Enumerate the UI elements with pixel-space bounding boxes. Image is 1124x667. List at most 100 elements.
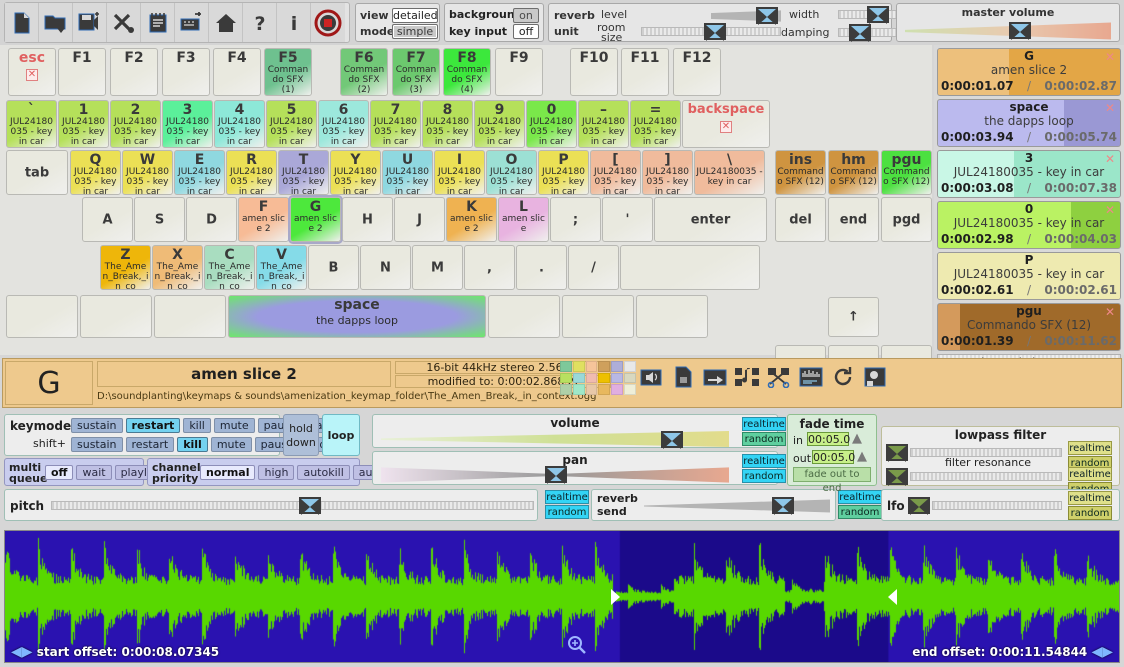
pan-realtime-button[interactable]: realtime xyxy=(742,454,786,468)
zkey-C[interactable]: CThe_Amen_Break,_in_co xyxy=(204,245,255,290)
color-swatch[interactable] xyxy=(624,361,636,372)
qkey-[interactable]: ]JUL24180035 - key in car xyxy=(642,150,693,195)
start-offset-arrows-icon[interactable]: ◀▶ xyxy=(11,644,33,660)
lfo-handle[interactable] xyxy=(908,497,930,514)
numkey-[interactable]: `JUL24180035 - key in car xyxy=(6,100,57,148)
new-file-icon[interactable] xyxy=(5,3,39,42)
hold-down-button[interactable]: hold down xyxy=(283,414,319,456)
akey-[interactable]: ; xyxy=(550,197,601,242)
record-icon[interactable] xyxy=(311,3,345,42)
volume-handle[interactable] xyxy=(661,431,683,448)
arrowkey-up-[interactable]: ↑ xyxy=(828,297,879,337)
channel-close-icon[interactable]: ✕ xyxy=(1103,204,1117,218)
zkey-Z[interactable]: ZThe_Amen_Break,_in_co xyxy=(100,245,151,290)
fkey-F5[interactable]: F5Commando SFX (1) xyxy=(264,48,312,96)
clear-key-icon[interactable]: ✕ xyxy=(26,69,38,81)
numkey-3[interactable]: 3JUL24180035 - key in car xyxy=(162,100,213,148)
channel-row[interactable]: PJUL24180035 - key in car0:00:02.61/0:00… xyxy=(937,252,1121,300)
numkey-backspace[interactable]: backspace✕ xyxy=(682,100,770,148)
zkey-X[interactable]: XThe_Amen_Break,_in_co xyxy=(152,245,203,290)
modkey-right1-key[interactable] xyxy=(488,295,560,338)
cut-icon[interactable] xyxy=(764,362,794,392)
load-sound-icon[interactable] xyxy=(636,362,666,392)
reverb-send-random-button[interactable]: random xyxy=(838,505,882,519)
zkey-[interactable]: , xyxy=(464,245,515,290)
channel-row[interactable]: spacethe dapps loop0:00:03.94/0:00:05.74… xyxy=(937,99,1121,147)
keymode-option-sustain[interactable]: sustain xyxy=(71,418,123,433)
zoom-in-icon[interactable] xyxy=(567,635,587,658)
akey-D[interactable]: D xyxy=(186,197,237,242)
tools-icon[interactable] xyxy=(107,3,141,42)
akey-H[interactable]: H xyxy=(342,197,393,242)
zkey-filler-key[interactable] xyxy=(620,245,760,290)
waveform-canvas[interactable] xyxy=(5,531,1119,662)
color-swatch[interactable] xyxy=(624,373,636,384)
background-key-input-on[interactable]: on xyxy=(513,8,539,23)
channel-row[interactable]: 3JUL24180035 - key in car0:00:03.08/0:00… xyxy=(937,150,1121,198)
qkey-P[interactable]: PJUL24180035 - key in car xyxy=(538,150,589,195)
fkey-F11[interactable]: F11 xyxy=(621,48,669,96)
akey-[interactable]: ' xyxy=(602,197,653,242)
akey-G[interactable]: Gamen slice 2 xyxy=(290,197,341,242)
home-icon[interactable] xyxy=(209,3,243,42)
numkey-2[interactable]: 2JUL24180035 - key in car xyxy=(110,100,161,148)
settings-icon[interactable] xyxy=(860,362,890,392)
lowpass-realtime-button[interactable]: realtime xyxy=(1068,441,1112,455)
channel-priority-option-normal[interactable]: normal xyxy=(200,465,255,480)
view-mode-simple-option[interactable]: simple xyxy=(392,24,438,39)
reverb-level-handle[interactable] xyxy=(756,7,778,24)
navkey-ins[interactable]: insCommando SFX (12) xyxy=(775,150,826,195)
channel-row[interactable]: 0JUL24180035 - key in car0:00:02.98/0:00… xyxy=(937,201,1121,249)
color-swatch[interactable] xyxy=(586,373,598,384)
numkey-8[interactable]: 8JUL24180035 - key in car xyxy=(422,100,473,148)
volume-realtime-button[interactable]: realtime xyxy=(742,417,786,431)
reverb-damping-handle[interactable] xyxy=(849,24,871,41)
filter-resonance-handle[interactable] xyxy=(886,468,908,485)
keymode-option-mute[interactable]: mute xyxy=(214,418,255,433)
qkey-T[interactable]: TJUL24180035 - key in car xyxy=(278,150,329,195)
color-swatch[interactable] xyxy=(573,361,585,372)
lfo-random-button[interactable]: random xyxy=(1068,506,1112,520)
fkey-F4[interactable]: F4 xyxy=(213,48,261,96)
multi-queue-option-wait[interactable]: wait xyxy=(76,465,111,480)
color-swatch[interactable] xyxy=(611,373,623,384)
color-swatch[interactable] xyxy=(611,384,623,395)
navkey-pgu[interactable]: pguCommando SFX (12) xyxy=(881,150,932,195)
reverb-width-handle[interactable] xyxy=(867,6,889,23)
channel-priority-option-autokill[interactable]: autokill xyxy=(297,465,349,480)
qkey-[interactable]: \JUL24180035 - key in car xyxy=(694,150,765,195)
keymode-option-kill[interactable]: kill xyxy=(183,418,211,433)
pitch-handle[interactable] xyxy=(299,497,321,514)
qkey-Y[interactable]: YJUL24180035 - key in car xyxy=(330,150,381,195)
resonance-realtime-button[interactable]: realtime xyxy=(1068,467,1112,481)
open-folder-icon[interactable] xyxy=(39,3,73,42)
qkey-R[interactable]: RJUL24180035 - key in car xyxy=(226,150,277,195)
color-swatch[interactable] xyxy=(598,384,610,395)
export-icon[interactable] xyxy=(700,362,730,392)
waveform-editor-icon[interactable] xyxy=(796,362,826,392)
color-swatch[interactable] xyxy=(573,384,585,395)
akey-K[interactable]: Kamen slice 2 xyxy=(446,197,497,242)
color-swatch[interactable] xyxy=(560,384,572,395)
view-mode-detailed-option[interactable]: detailed xyxy=(392,8,438,23)
reverb-send-realtime-button[interactable]: realtime xyxy=(838,490,882,504)
info-icon[interactable]: i xyxy=(277,3,311,42)
space-key[interactable]: spacethe dapps loop xyxy=(228,295,486,338)
navkey-hm[interactable]: hmCommando SFX (12) xyxy=(828,150,879,195)
keymode-shift-option-kill[interactable]: kill xyxy=(177,437,208,452)
modkey-left2-key[interactable] xyxy=(80,295,152,338)
qkey-W[interactable]: WJUL24180035 - key in car xyxy=(122,150,173,195)
save-sound-icon[interactable] xyxy=(73,3,107,42)
refresh-icon[interactable] xyxy=(828,362,858,392)
filter-resonance-track[interactable] xyxy=(910,472,1062,481)
akey-F[interactable]: Famen slice 2 xyxy=(238,197,289,242)
channel-close-icon[interactable]: ✕ xyxy=(1103,153,1117,167)
lowpass-cutoff-handle[interactable] xyxy=(886,444,908,461)
color-swatch[interactable] xyxy=(586,361,598,372)
numkey-5[interactable]: 5JUL24180035 - key in car xyxy=(266,100,317,148)
qkey-[interactable]: [JUL24180035 - key in car xyxy=(590,150,641,195)
reverb-send-handle[interactable] xyxy=(772,497,794,514)
fkey-F3[interactable]: F3 xyxy=(162,48,210,96)
color-swatch-palette[interactable] xyxy=(560,361,636,395)
channel-row[interactable]: pguCommando SFX (12)0:00:01.39/0:00:11.6… xyxy=(937,303,1121,351)
